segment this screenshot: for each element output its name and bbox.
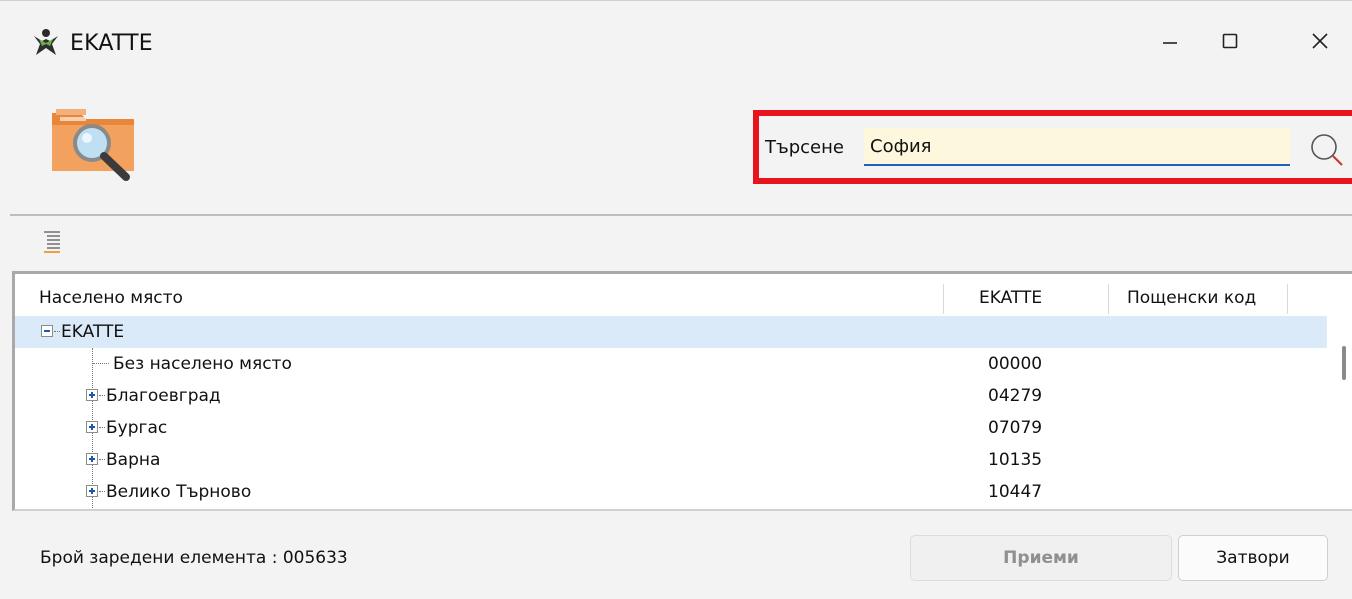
tree-row-label: Благоевград	[106, 386, 221, 406]
tree-row-code: 00000	[988, 354, 1043, 374]
minimize-button[interactable]	[1140, 19, 1200, 63]
tree-row[interactable]: Варна 10135	[15, 444, 1327, 476]
folder-search-icon	[52, 109, 134, 181]
header-separator	[10, 214, 1352, 216]
grid-header: Населено място EKATTE Пощенски код	[15, 284, 1345, 314]
vertical-scrollbar-thumb[interactable]	[1342, 346, 1346, 380]
tree-row-label: Без населено място	[113, 354, 292, 374]
accept-button[interactable]: Приеми	[910, 535, 1172, 581]
search-input[interactable]	[864, 128, 1290, 166]
ekatte-window: EKATTE Търсене София Населено място EKAT…	[0, 0, 1352, 599]
tree-row-code: 10447	[988, 482, 1043, 502]
column-divider[interactable]	[943, 284, 944, 314]
expand-toggle-icon[interactable]	[86, 389, 98, 401]
ekatte-app-icon	[34, 29, 58, 55]
tree-connector	[99, 491, 105, 492]
title-bar[interactable]: EKATTE	[0, 1, 1352, 77]
magnifier-icon[interactable]	[1306, 129, 1346, 169]
ekatte-tree-grid[interactable]: Населено място EKATTE Пощенски код EKATT…	[12, 271, 1352, 511]
tree-connector	[99, 427, 105, 428]
window-title: EKATTE	[70, 31, 153, 56]
tree-row-label: EKATTE	[61, 322, 125, 342]
column-divider[interactable]	[1108, 284, 1109, 314]
tree-row-label: Бургас	[106, 418, 168, 438]
tree-row[interactable]: Бургас 07079	[15, 412, 1327, 444]
collapse-toggle-icon[interactable]	[41, 325, 53, 337]
status-loaded-count: Брой заредени елемента : 005633	[40, 548, 348, 568]
close-window-button[interactable]	[1290, 19, 1350, 63]
maximize-icon	[1222, 33, 1238, 49]
tree-row-code: 10135	[988, 450, 1043, 470]
tree-connector	[93, 363, 109, 364]
column-divider[interactable]	[1287, 284, 1288, 314]
minimize-icon	[1163, 42, 1177, 44]
maximize-button[interactable]	[1200, 19, 1260, 63]
column-header-ekatte[interactable]: EKATTE	[979, 288, 1042, 308]
column-header-name[interactable]: Населено място	[39, 288, 183, 308]
search-label: Търсене	[765, 137, 844, 158]
close-button[interactable]: Затвори	[1178, 535, 1328, 581]
tree-row-label: Варна	[106, 450, 161, 470]
tree-row-label: Велико Търново	[106, 482, 252, 502]
column-header-postal-code[interactable]: Пощенски код	[1127, 288, 1256, 308]
expand-toggle-icon[interactable]	[86, 485, 98, 497]
close-icon	[1312, 33, 1328, 49]
tree-row-root[interactable]: EKATTE	[15, 316, 1327, 348]
collapse-tree-icon[interactable]	[42, 228, 62, 258]
tree-connector	[99, 459, 105, 460]
tree-row[interactable]: Велико Търново 10447	[15, 476, 1327, 508]
tree-connector	[99, 395, 105, 396]
tree-row-code: 07079	[988, 418, 1043, 438]
tree-row-code: 04279	[988, 386, 1043, 406]
expand-toggle-icon[interactable]	[86, 421, 98, 433]
expand-toggle-icon[interactable]	[86, 453, 98, 465]
tree-row[interactable]: Благоевград 04279	[15, 380, 1327, 412]
tree-connector	[54, 331, 60, 332]
tree-row[interactable]: Без населено място 00000	[15, 348, 1327, 380]
